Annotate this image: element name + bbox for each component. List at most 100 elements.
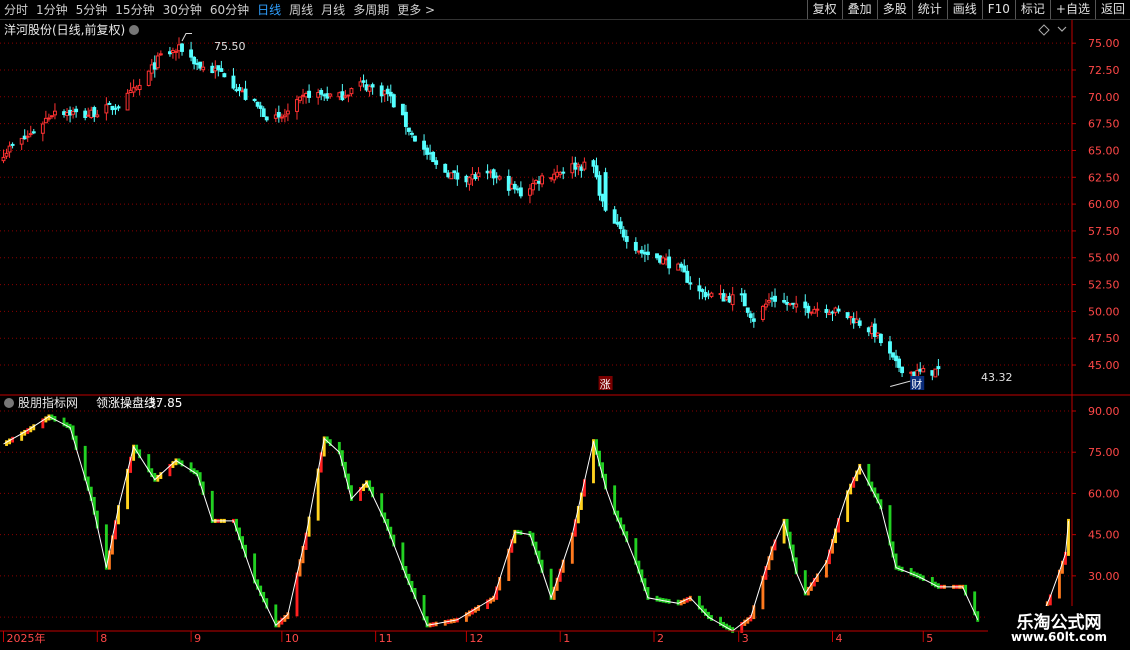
candle-body — [152, 62, 157, 70]
candle-body — [192, 56, 197, 65]
candle-body — [28, 133, 33, 136]
candle-body — [494, 175, 499, 178]
candle-body — [146, 70, 151, 86]
candle-body — [812, 308, 817, 314]
candle-body — [367, 85, 372, 92]
candle-body — [158, 53, 163, 56]
tool-button-0[interactable]: 复权 — [806, 0, 842, 19]
tool-button-3[interactable]: 统计 — [911, 0, 947, 19]
price-tick-label: 47.50 — [1088, 332, 1120, 345]
candle-body — [10, 143, 15, 146]
candle-body — [497, 176, 502, 180]
indicator-line — [3, 415, 1069, 632]
candle-body — [149, 64, 154, 74]
candle-body — [685, 270, 690, 283]
candle-body — [848, 316, 853, 319]
candle-body — [518, 187, 523, 197]
candle-body — [597, 175, 602, 196]
candle-body — [615, 221, 620, 225]
candle-body — [276, 111, 281, 118]
price-tick-label: 75.00 — [1088, 37, 1120, 50]
candle-body — [549, 177, 554, 180]
period-tab-0[interactable]: 分时 — [4, 1, 28, 18]
tool-button-5[interactable]: F10 — [981, 0, 1015, 19]
candle-body — [682, 265, 687, 273]
candle-body — [470, 173, 475, 180]
tool-buttons: 复权 叠加 多股 统计 画线 F10 标记 +自选 返回 — [806, 0, 1130, 19]
event-marker-label: 涨 — [600, 378, 611, 391]
candle-body — [579, 166, 584, 171]
chevron-down-icon[interactable] — [4, 398, 14, 408]
candles: 涨财 — [1, 24, 1067, 391]
tool-button-7[interactable]: +自选 — [1049, 0, 1095, 19]
period-tab-3[interactable]: 15分钟 — [115, 1, 154, 18]
price-tick-label: 67.50 — [1088, 118, 1120, 131]
x-tick-label: 5 — [926, 632, 933, 645]
period-tab-6[interactable]: 日线 — [257, 1, 281, 18]
candle-body — [639, 249, 644, 254]
period-tab-8[interactable]: 月线 — [321, 1, 345, 18]
candle-body — [561, 171, 566, 174]
candle-body — [706, 293, 711, 296]
period-tab-9[interactable]: 多周期 — [353, 1, 389, 18]
candle-body — [897, 358, 901, 368]
candle-body — [131, 87, 136, 93]
event-marker-label: 财 — [911, 377, 922, 391]
candle-body — [875, 332, 880, 336]
candle-body — [125, 92, 130, 111]
candle-body — [600, 193, 605, 202]
price-tick-label: 50.00 — [1088, 305, 1120, 318]
tool-button-1[interactable]: 叠加 — [841, 0, 877, 19]
candle-body — [92, 107, 97, 117]
candle-body — [264, 116, 269, 121]
candle-body — [258, 105, 263, 109]
candle-body — [534, 180, 538, 184]
candle-body — [770, 297, 774, 300]
candle-body — [68, 109, 73, 116]
candle-body — [767, 300, 771, 303]
candle-body — [515, 188, 520, 191]
candle-body — [815, 308, 820, 311]
period-tab-4[interactable]: 30分钟 — [163, 1, 202, 18]
x-tick-label: 11 — [379, 632, 393, 645]
diamond-icon[interactable] — [1038, 24, 1050, 36]
high-price-label: 75.50 — [214, 40, 246, 53]
candle-body — [552, 173, 557, 181]
candle-body — [573, 162, 578, 170]
tool-button-6[interactable]: 标记 — [1014, 0, 1050, 19]
candle-body — [189, 49, 194, 58]
tool-button-8[interactable]: 返回 — [1094, 0, 1130, 19]
period-tab-7[interactable]: 周线 — [289, 1, 313, 18]
candle-body — [83, 110, 88, 118]
price-tick-label: 57.50 — [1088, 225, 1120, 238]
candle-body — [358, 81, 363, 87]
candle-body — [730, 294, 735, 306]
tool-button-2[interactable]: 多股 — [876, 0, 912, 19]
candle-body — [425, 147, 430, 155]
candle-body — [473, 174, 478, 179]
period-tab-10[interactable]: 更多 > — [397, 1, 435, 18]
candle-body — [918, 368, 923, 372]
candle-body — [379, 85, 384, 97]
chevron-down-icon[interactable] — [129, 25, 139, 35]
period-tab-2[interactable]: 5分钟 — [76, 1, 108, 18]
tool-button-4[interactable]: 画线 — [946, 0, 982, 19]
price-tick-label: 62.50 — [1088, 171, 1120, 184]
period-tab-1[interactable]: 1分钟 — [36, 1, 68, 18]
indicator-bar — [655, 595, 659, 602]
candle-body — [328, 93, 333, 97]
candle-body — [788, 303, 793, 306]
candle-body — [180, 43, 184, 52]
chevron-down-icon[interactable] — [1057, 26, 1067, 32]
x-tick-label: 10 — [285, 632, 299, 645]
period-tab-5[interactable]: 60分钟 — [210, 1, 249, 18]
candle-body — [343, 95, 348, 98]
candle-body — [231, 75, 236, 89]
candle-body — [697, 285, 702, 292]
candle-body — [443, 163, 448, 173]
candle-body — [591, 160, 596, 167]
candle-body — [833, 307, 838, 313]
candle-body — [349, 88, 354, 95]
candle-body — [243, 88, 248, 100]
candle-body — [210, 65, 215, 74]
